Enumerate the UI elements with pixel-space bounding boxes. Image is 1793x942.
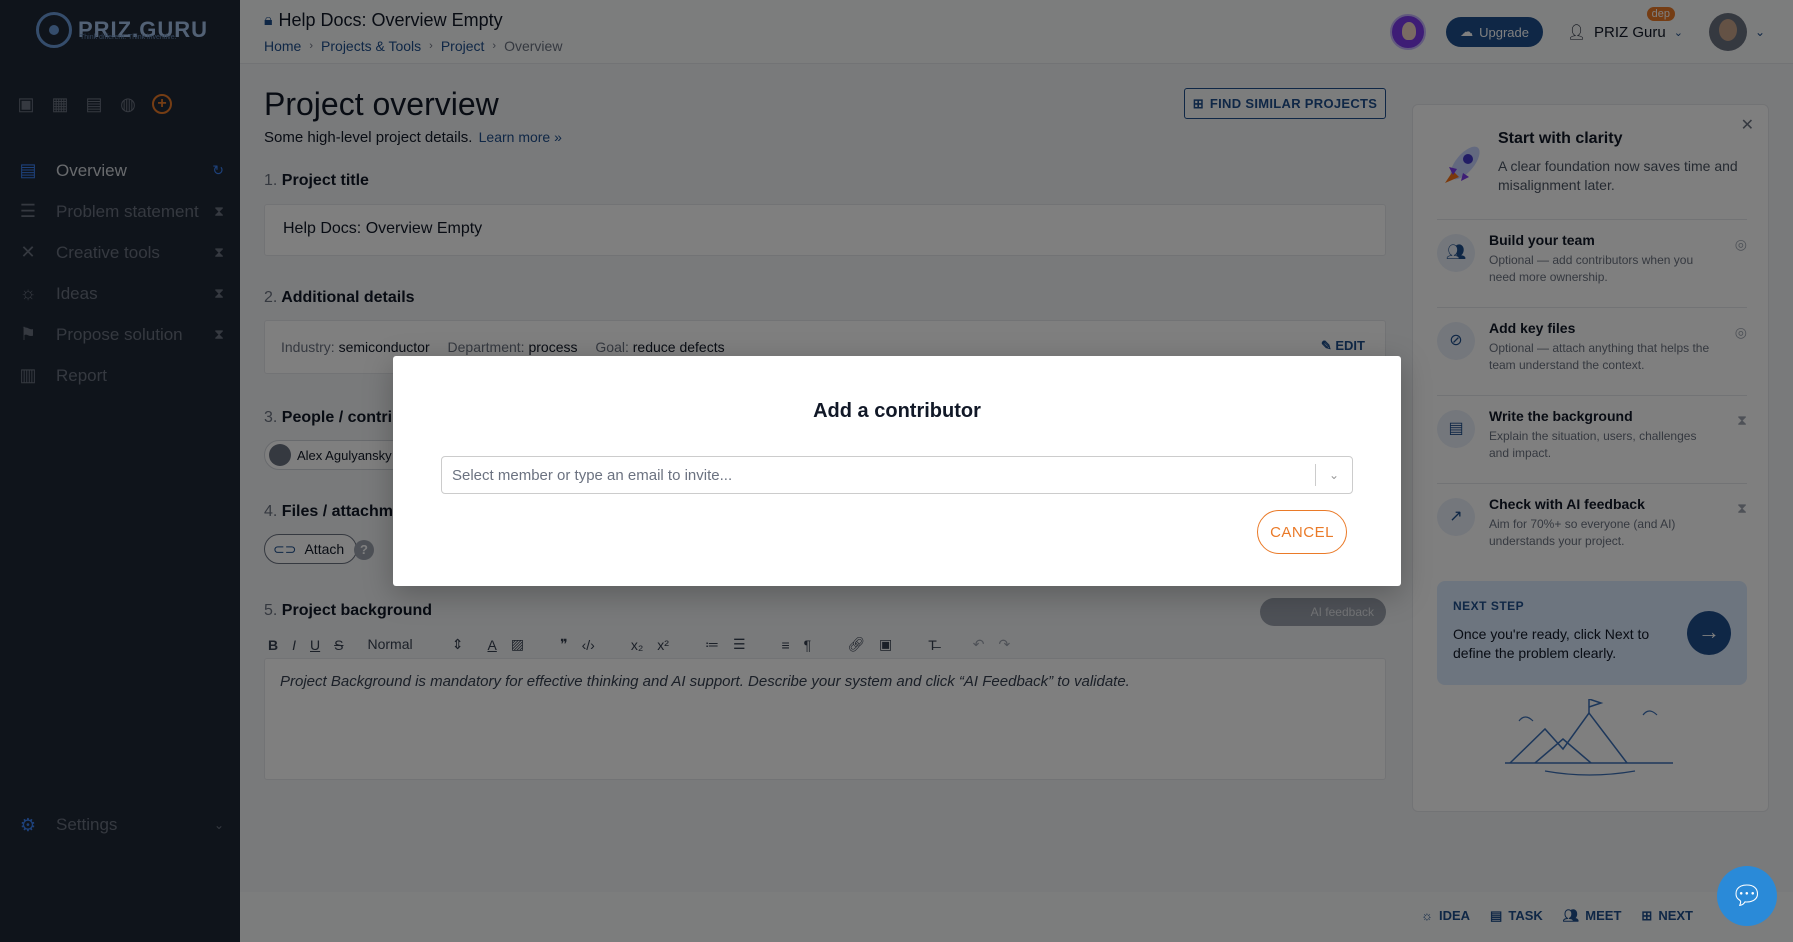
contributor-search-input[interactable] <box>442 457 1315 493</box>
add-contributor-dialog: Add a contributor ⌄ CANCEL <box>393 356 1401 586</box>
cancel-button[interactable]: CANCEL <box>1257 510 1347 554</box>
dialog-title: Add a contributor <box>813 400 981 422</box>
contributor-select[interactable]: ⌄ <box>441 456 1353 494</box>
chat-icon[interactable]: 💬︎ <box>1717 866 1777 926</box>
chevron-down-icon[interactable]: ⌄ <box>1316 468 1352 482</box>
